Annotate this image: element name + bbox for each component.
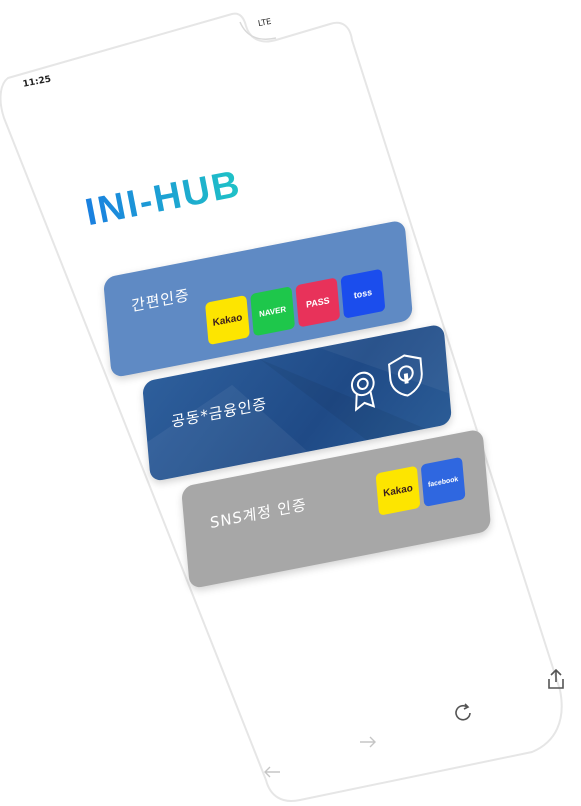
naver-badge[interactable]: NAVER <box>250 286 296 337</box>
status-network: LTE <box>257 16 272 29</box>
pass-badge[interactable]: PASS <box>295 277 341 328</box>
app-screen: 11:25 LTE INI-HUB 간편인증 Kakao NAVER PASS … <box>0 0 581 806</box>
status-time: 11:25 <box>22 74 53 90</box>
forward-arrow-icon[interactable] <box>358 734 378 750</box>
phone-mockup: 11:25 LTE INI-HUB 간편인증 Kakao NAVER PASS … <box>0 0 581 806</box>
kakao-badge[interactable]: Kakao <box>205 294 250 346</box>
share-icon[interactable] <box>546 668 566 690</box>
sns-kakao-badge[interactable]: Kakao <box>375 465 421 516</box>
simple-auth-label: 간편인증 <box>130 285 191 316</box>
toss-badge[interactable]: toss <box>340 268 386 319</box>
back-arrow-icon[interactable] <box>262 764 282 780</box>
sns-auth-label: SNS계정 인증 <box>209 495 308 533</box>
certificate-medal-icon <box>350 371 376 412</box>
refresh-icon[interactable] <box>452 702 474 724</box>
security-shield-icon <box>388 354 423 397</box>
ini-hub-logo: INI-HUB <box>82 162 245 235</box>
facebook-badge[interactable]: facebook <box>420 456 466 507</box>
